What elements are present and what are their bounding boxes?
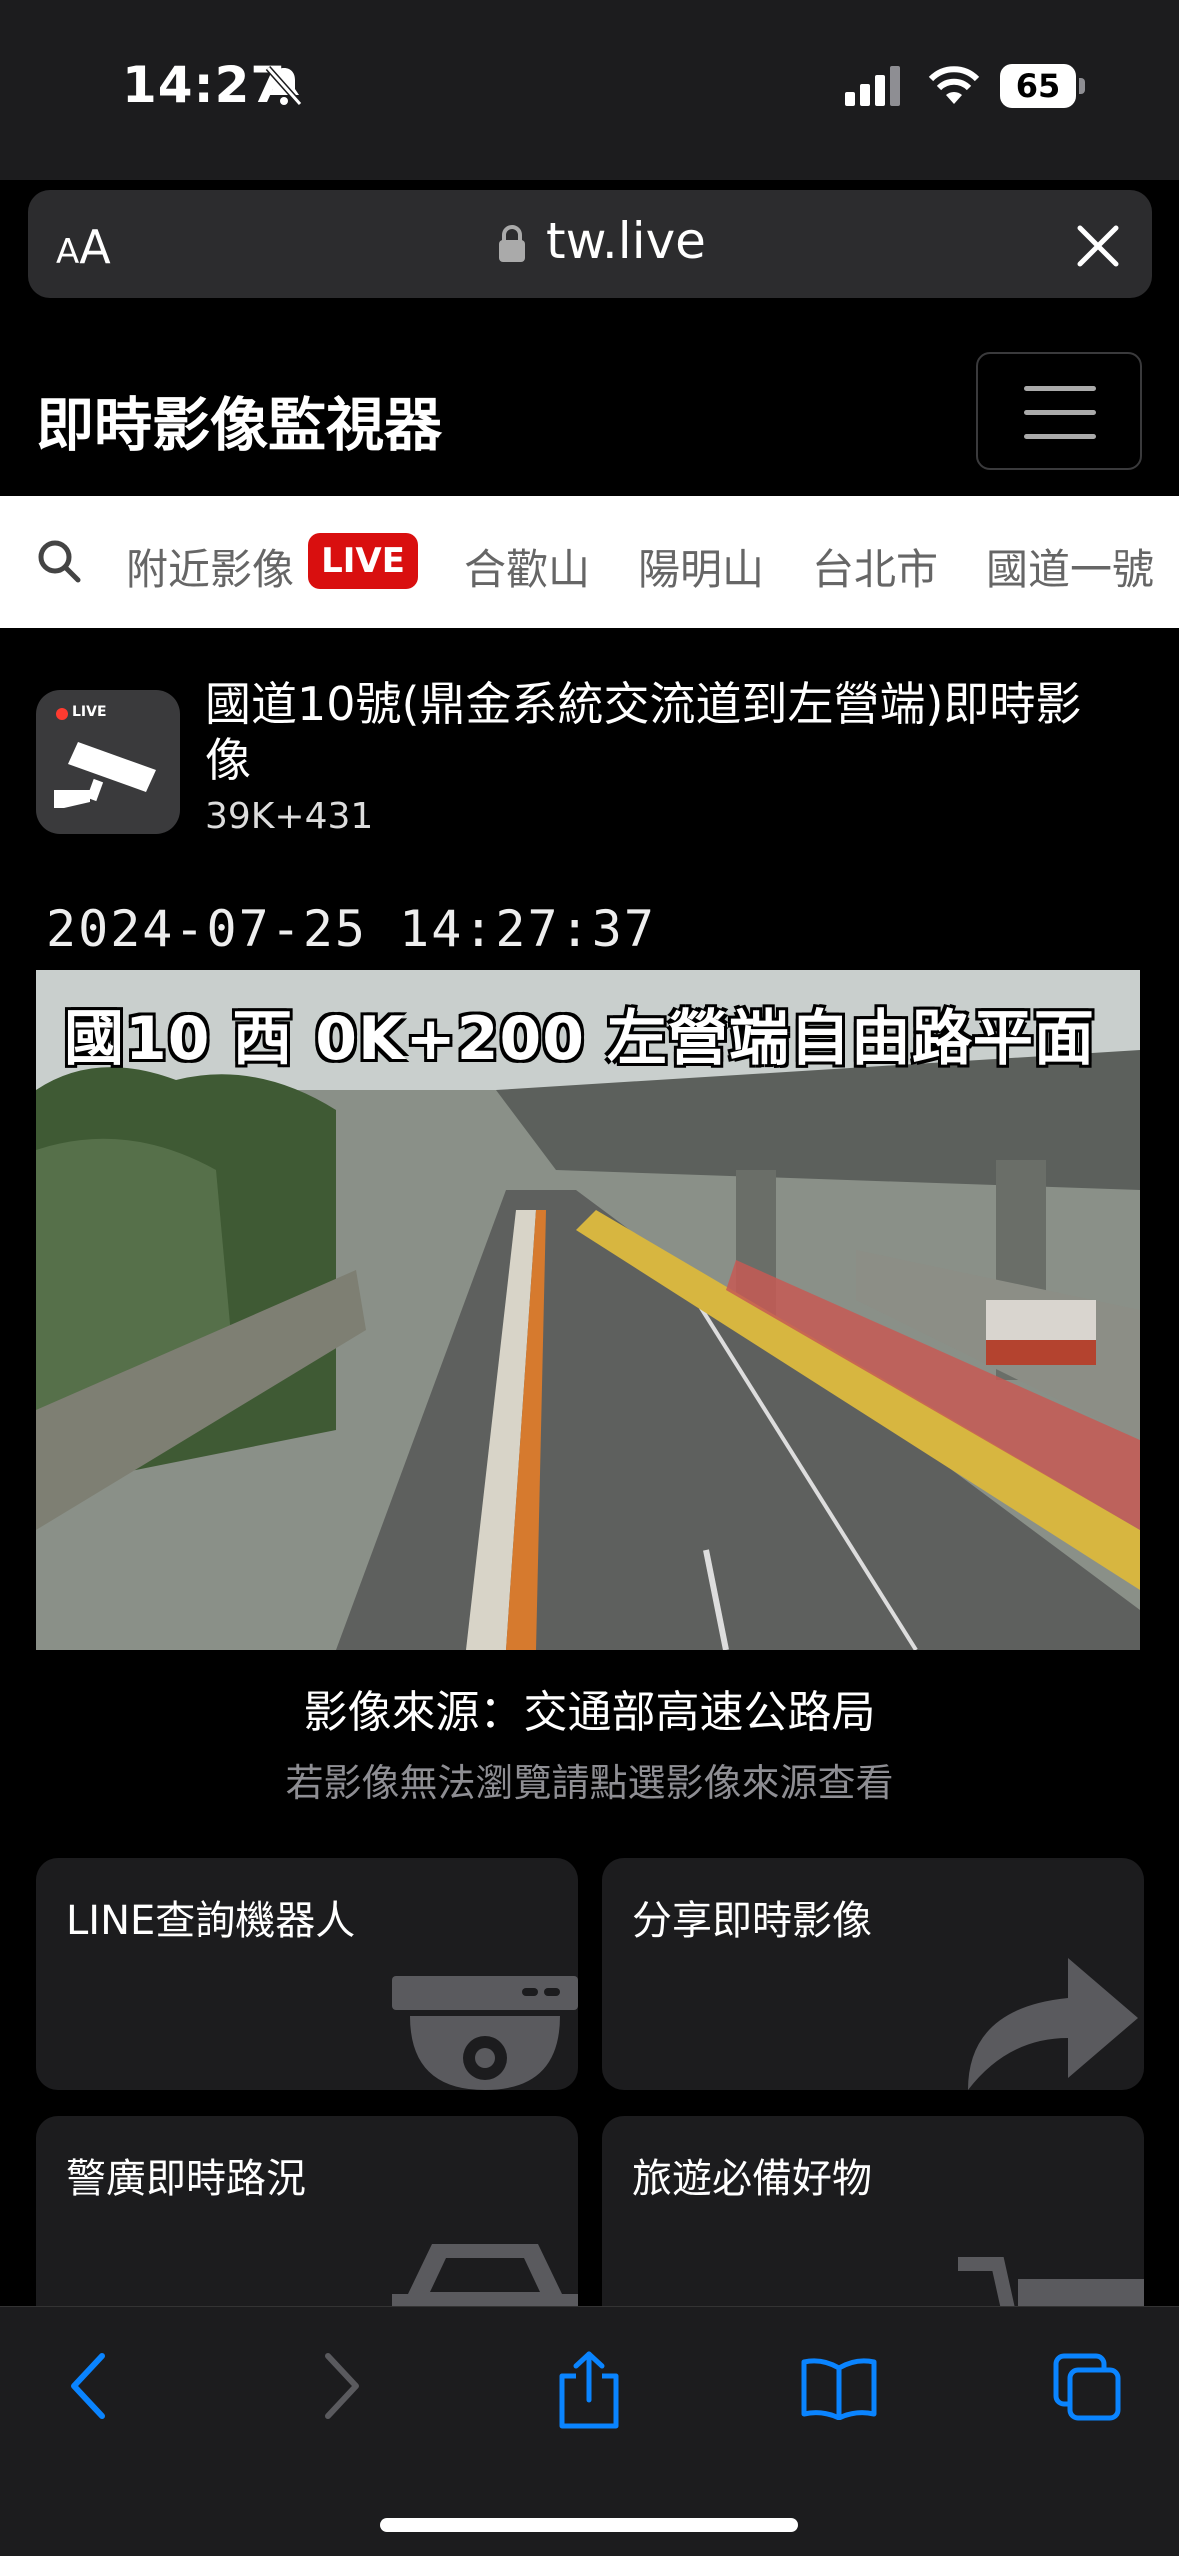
line-bot-card[interactable]: LINE查詢機器人 bbox=[36, 1858, 578, 2090]
image-source-hint: 若影像無法瀏覽請點選影像來源查看 bbox=[285, 1761, 894, 1805]
site-brand[interactable]: 即時影像監視器 bbox=[36, 378, 442, 462]
card-label: 分享即時影像 bbox=[632, 1898, 872, 1944]
battery-nub bbox=[1079, 78, 1085, 94]
image-source[interactable]: 影像來源：交通部高速公路局 bbox=[0, 1676, 1179, 1740]
hamburger-menu-button[interactable] bbox=[976, 352, 1142, 470]
share-arrow-icon bbox=[968, 1958, 1138, 2090]
share-icon[interactable] bbox=[556, 2350, 622, 2430]
bookmarks-icon[interactable] bbox=[800, 2356, 878, 2420]
url-text[interactable]: tw.live bbox=[546, 212, 706, 270]
video-timestamp: 2024-07-25 14:27:37 bbox=[46, 900, 656, 958]
cctv-camera-icon bbox=[54, 742, 156, 808]
cellular-signal-icon bbox=[845, 66, 900, 106]
close-icon[interactable] bbox=[1074, 222, 1122, 270]
nav-item-hehuanshan[interactable]: 合歡山 bbox=[464, 536, 590, 597]
wifi-icon bbox=[928, 66, 980, 104]
camera-icon bbox=[392, 1976, 578, 2090]
card-label: 警廣即時路況 bbox=[66, 2156, 306, 2202]
camera-title: 國道10號(鼎金系統交流道到左營端)即時影像 bbox=[205, 677, 1082, 787]
tabs-icon[interactable] bbox=[1052, 2352, 1124, 2424]
forward-icon[interactable] bbox=[318, 2350, 366, 2422]
silent-bell-icon bbox=[265, 66, 303, 106]
back-icon[interactable] bbox=[64, 2350, 112, 2422]
card-label: LINE查詢機器人 bbox=[66, 1898, 356, 1944]
search-icon[interactable] bbox=[36, 538, 82, 584]
nav-item-taipei[interactable]: 台北市 bbox=[812, 536, 938, 597]
camera-milepost: 39K+431 bbox=[205, 796, 374, 837]
battery-indicator: 65 bbox=[1000, 64, 1076, 108]
lock-icon bbox=[499, 225, 525, 262]
share-card[interactable]: 分享即時影像 bbox=[602, 1858, 1144, 2090]
home-indicator bbox=[380, 2518, 798, 2532]
nav-item-yangmingshan[interactable]: 陽明山 bbox=[638, 536, 764, 597]
camera-logo: LIVE bbox=[36, 690, 180, 834]
nav-item-freeway1[interactable]: 國道一號 bbox=[986, 536, 1154, 597]
text-size-button[interactable]: AA bbox=[56, 220, 111, 274]
camera-overlay-caption: 國10 西 0K+200 左營端自由路平面 bbox=[64, 1004, 1095, 1074]
live-badge[interactable]: LIVE bbox=[308, 533, 418, 589]
card-label: 旅遊必備好物 bbox=[632, 2156, 872, 2202]
nav-item-nearby[interactable]: 附近影像 bbox=[126, 536, 294, 597]
